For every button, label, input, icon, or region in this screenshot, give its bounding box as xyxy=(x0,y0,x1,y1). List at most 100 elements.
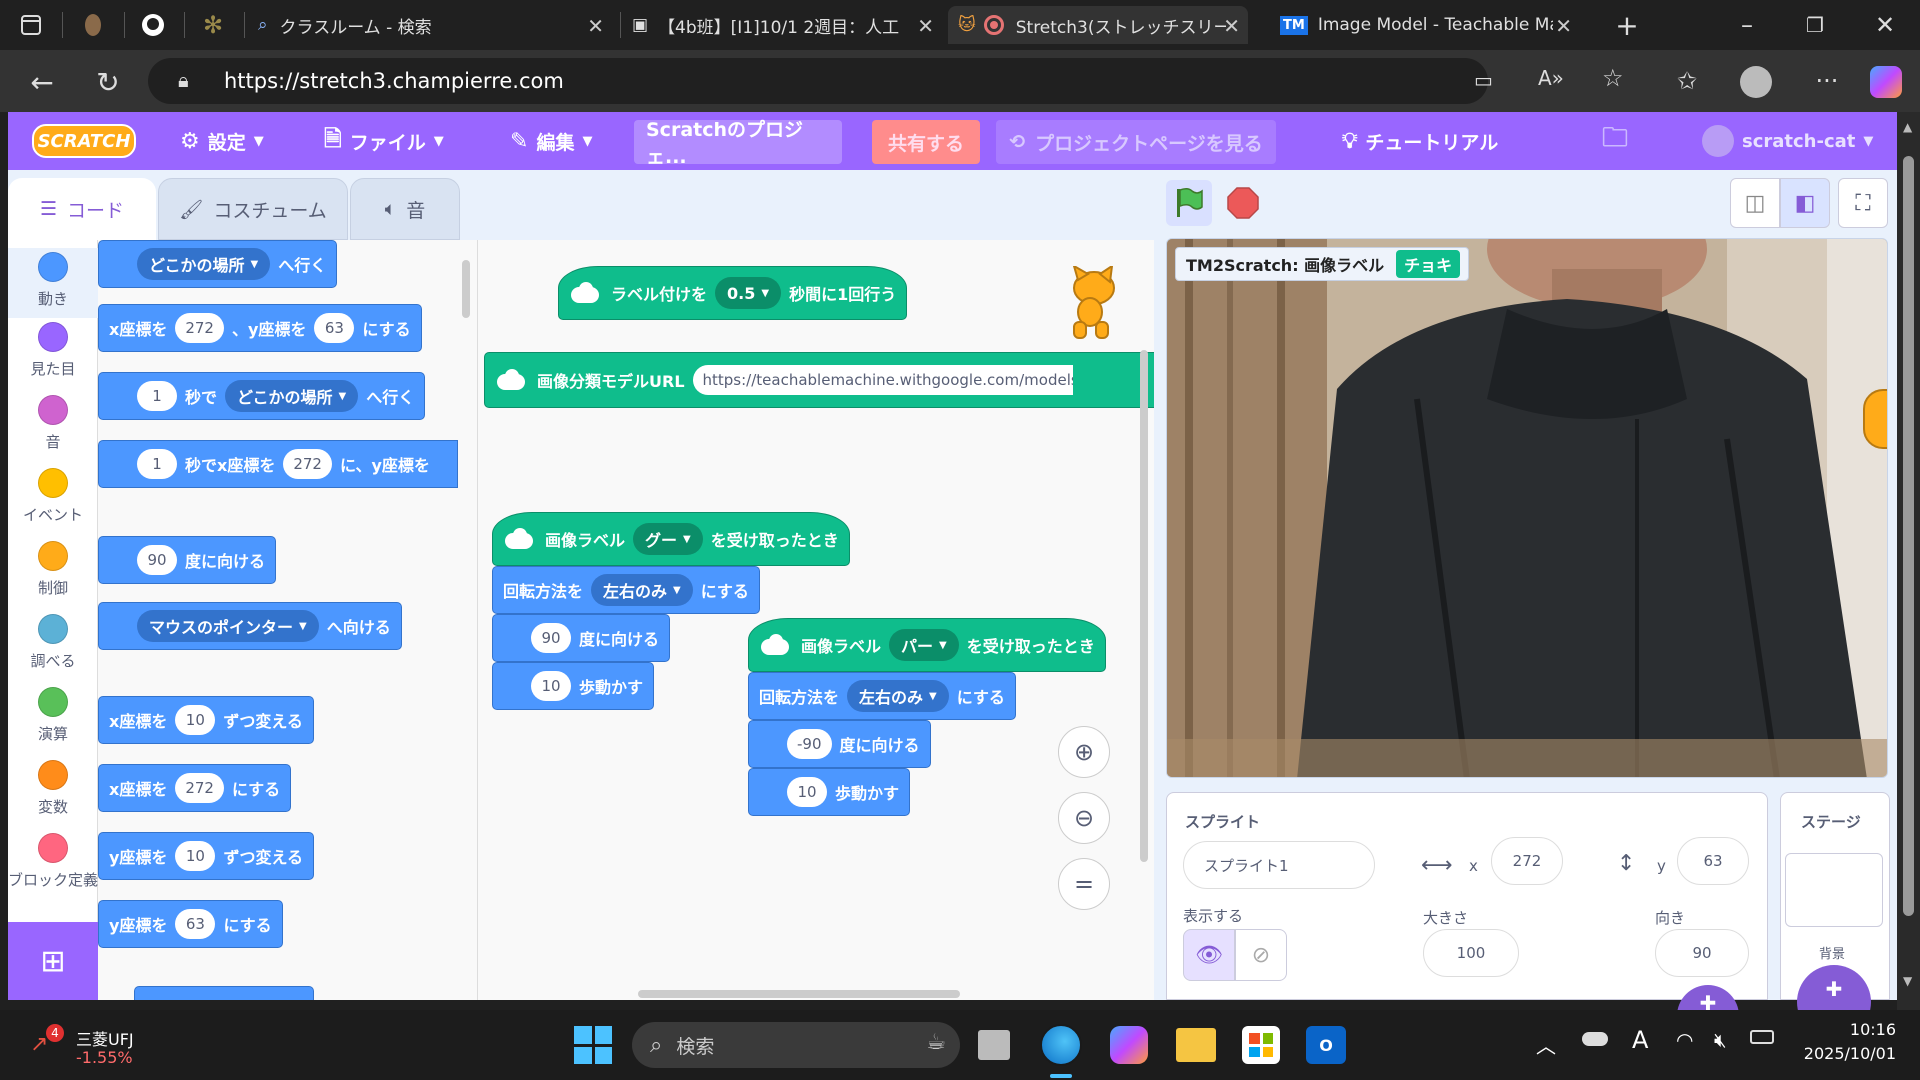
browser-scrollbar[interactable]: ▲ ▼ xyxy=(1897,112,1920,1010)
glide-block[interactable]: 1 秒で どこかの場所 ▼ へ行く xyxy=(98,372,426,420)
taskbar-search-box[interactable]: ⌕ 検索 ☕ xyxy=(632,1022,960,1068)
rotation-dropdown[interactable]: 左右のみ ▼ xyxy=(591,574,693,606)
category-operators[interactable]: 演算 xyxy=(8,687,98,744)
edit-menu[interactable]: ✎ 編集 ▼ xyxy=(510,112,592,170)
stop-button[interactable] xyxy=(1220,180,1266,226)
close-icon[interactable]: ✕ xyxy=(1223,14,1240,38)
change-y-block[interactable]: y座標を 10 ずつ変える xyxy=(98,832,314,880)
interval-dropdown[interactable]: 0.5 ▼ xyxy=(715,277,782,309)
close-icon[interactable]: ✕ xyxy=(1555,14,1572,38)
secs-input[interactable]: 1 xyxy=(137,381,177,411)
category-motion[interactable]: 動き xyxy=(8,248,98,318)
set-x-block[interactable]: x座標を 272 にする xyxy=(98,764,292,812)
project-title-input[interactable]: Scratchのプロジェ... xyxy=(634,119,842,168)
stage-monitor[interactable]: TM2Scratch: 画像ラベル チョキ xyxy=(1175,247,1470,281)
direction-input[interactable]: 90 xyxy=(1655,929,1749,977)
clock[interactable]: 10:16 2025/10/01 xyxy=(1796,1018,1896,1066)
set-y-block[interactable]: y座標を 63 にする xyxy=(98,900,283,948)
share-button[interactable]: 共有する xyxy=(872,120,980,164)
zoom-out-button[interactable]: ⊖ xyxy=(1058,792,1110,844)
script-vertical-scrollbar[interactable] xyxy=(1140,350,1148,862)
start-button[interactable] xyxy=(574,1026,612,1064)
secs-input[interactable]: 1 xyxy=(137,449,177,479)
camera-icon[interactable]: ▭ xyxy=(1474,68,1493,92)
goto-block[interactable]: どこかの場所 ▼ へ行く xyxy=(98,240,338,288)
y-input[interactable]: 63 xyxy=(314,313,355,343)
settings-menu[interactable]: ⚙ 設定 ▼ xyxy=(180,112,264,170)
direction-input[interactable]: 90 xyxy=(137,545,177,575)
value-input[interactable]: 63 xyxy=(175,909,216,939)
change-x-block[interactable]: x座標を 10 ずつ変える xyxy=(98,696,314,744)
script-horizontal-scrollbar[interactable] xyxy=(638,990,960,998)
browser-tab[interactable]: TM Image Model - Teachable Ma ✕ xyxy=(1276,6,1580,44)
size-input[interactable]: 100 xyxy=(1423,929,1519,977)
direction-input[interactable]: -90 xyxy=(787,729,832,759)
tray-chevron-up-icon[interactable]: ︿ xyxy=(1536,1030,1556,1059)
x-input[interactable]: 272 xyxy=(283,449,332,479)
my-stuff-folder-icon[interactable]: 🗀 xyxy=(1602,112,1628,170)
zoom-reset-button[interactable]: = xyxy=(1058,858,1110,910)
show-visible-button[interactable]: 👁︎ xyxy=(1183,929,1235,981)
glide-dropdown[interactable]: どこかの場所 ▼ xyxy=(225,380,359,412)
file-explorer-icon[interactable] xyxy=(1176,1028,1216,1062)
stage[interactable]: TM2Scratch: 画像ラベル チョキ xyxy=(1166,238,1888,778)
rotation-dropdown[interactable]: 左右のみ ▼ xyxy=(847,680,949,712)
scrollbar-down-icon[interactable]: ▼ xyxy=(1903,974,1912,988)
label-every-block[interactable]: ラベル付けを 0.5 ▼ 秒間に1回行う xyxy=(558,266,908,320)
small-stage-button[interactable]: ◫ xyxy=(1730,178,1780,228)
github-icon[interactable] xyxy=(140,12,166,38)
value-input[interactable]: 10 xyxy=(175,841,216,871)
zoom-in-button[interactable]: ⊕ xyxy=(1058,726,1110,778)
tab-actions-icon[interactable] xyxy=(18,12,44,38)
set-rotation-style-block[interactable]: 回転方法を 左右のみ ▼ にする xyxy=(492,566,760,614)
scrollbar-thumb[interactable] xyxy=(1903,156,1914,916)
x-input[interactable]: 272 xyxy=(175,313,224,343)
green-flag-button[interactable] xyxy=(1166,180,1212,226)
tab-code[interactable]: ☰ コード xyxy=(8,178,156,240)
read-aloud-icon[interactable]: A» xyxy=(1538,66,1564,90)
battery-icon[interactable] xyxy=(1750,1030,1774,1044)
tab-sounds[interactable]: 🔈︎ 音 xyxy=(350,178,460,240)
category-sensing[interactable]: 調べる xyxy=(8,614,98,671)
edge-icon[interactable] xyxy=(1040,1024,1082,1066)
restore-icon[interactable]: ❐ xyxy=(1800,10,1830,40)
browser-tab-active[interactable]: 🐱 Stretch3(ストレッチスリー) ✕ xyxy=(948,6,1248,44)
label-dropdown[interactable]: パー ▼ xyxy=(889,629,959,661)
glide-xy-block[interactable]: 1 秒でx座標を 272 に、y座標を xyxy=(98,440,458,488)
favorites-icon[interactable]: ✩ xyxy=(1672,66,1702,96)
fullscreen-button[interactable]: ⛶ xyxy=(1838,178,1888,228)
wifi-icon[interactable]: ◠ xyxy=(1676,1028,1693,1052)
copilot-taskbar-icon[interactable] xyxy=(1110,1026,1148,1064)
when-label-received-pa-block[interactable]: 画像ラベル パー ▼ を受け取ったとき xyxy=(748,618,1106,672)
goto-dropdown[interactable]: どこかの場所 ▼ xyxy=(137,248,271,280)
point-direction-block[interactable]: 90 度に向ける xyxy=(98,536,277,584)
account-menu[interactable]: scratch-cat ▼ xyxy=(1702,112,1873,170)
see-project-page-button[interactable]: ⟲ プロジェクトページを見る xyxy=(996,120,1276,164)
address-bar[interactable]: 🔒︎ https://stretch3.champierre.com ▭ A» … xyxy=(148,58,1624,104)
label-dropdown[interactable]: グー ▼ xyxy=(633,523,703,555)
large-stage-button[interactable]: ◧ xyxy=(1780,178,1830,228)
model-url-block[interactable]: 画像分類モデルURL https://teachablemachine.with… xyxy=(484,352,1154,408)
point-direction-block[interactable]: 90 度に向ける xyxy=(492,614,671,662)
browser-tab[interactable]: ⌕ クラスルーム - 検索 ✕ xyxy=(252,6,612,44)
new-tab-icon[interactable]: + xyxy=(1612,9,1642,42)
palette-scrollbar[interactable] xyxy=(462,260,470,318)
reload-icon[interactable]: ↻ xyxy=(92,66,124,99)
onedrive-icon[interactable] xyxy=(1582,1032,1608,1046)
outlook-icon[interactable]: O xyxy=(1306,1026,1346,1064)
move-steps-block[interactable]: 10 歩動かす xyxy=(748,768,911,816)
model-url-input[interactable]: https://teachablemachine.withgoogle.com/… xyxy=(692,365,1073,395)
volume-mute-icon[interactable]: 🔇︎ xyxy=(1714,1028,1727,1052)
setxy-block[interactable]: x座標を 272 、y座標を 63 にする xyxy=(98,304,422,352)
favorite-star-icon[interactable]: ☆ xyxy=(1602,64,1624,92)
category-my-blocks[interactable]: ブロック定義 xyxy=(8,833,98,890)
add-extension-button[interactable]: ⊞ xyxy=(8,922,98,1000)
when-label-received-gu-block[interactable]: 画像ラベル グー ▼ を受け取ったとき xyxy=(492,512,850,566)
close-icon[interactable]: ✕ xyxy=(917,14,934,38)
task-view-icon[interactable] xyxy=(978,1030,1010,1060)
pinned-tab-icon[interactable] xyxy=(80,12,106,38)
category-variables[interactable]: 変数 xyxy=(8,760,98,817)
category-sound[interactable]: 音 xyxy=(8,395,98,452)
show-hidden-button[interactable]: ⊘ xyxy=(1235,929,1287,981)
point-towards-block[interactable]: マウスのポインター ▼ へ向ける xyxy=(98,602,402,650)
